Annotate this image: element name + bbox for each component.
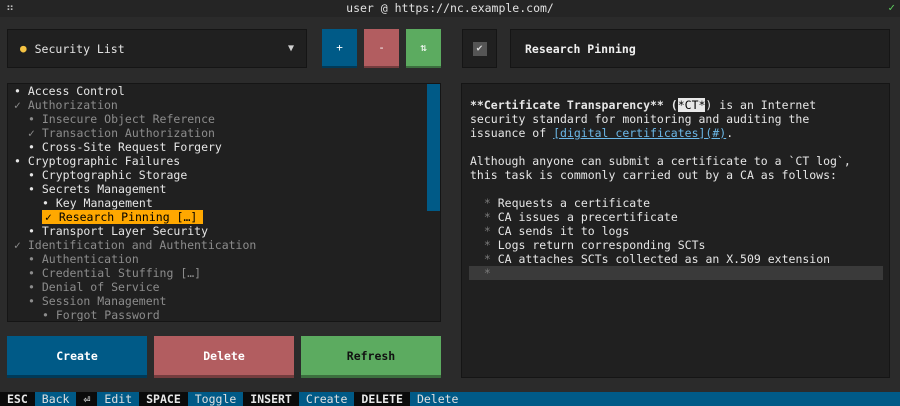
bullet-list-item: * Logs return corresponding SCTs	[470, 238, 706, 252]
tree-item[interactable]: • Forgot Password	[42, 308, 160, 322]
checkmark-icon: ✔	[472, 41, 487, 56]
list-selector-label: Security List	[34, 41, 125, 56]
empty-bullet-line: *	[470, 266, 491, 280]
tree-item[interactable]: • Access Control	[14, 84, 125, 98]
bullet-list-item: * CA attaches SCTs collected as an X.509…	[470, 252, 830, 266]
list-selector-dropdown[interactable]: ● Security List ▼	[7, 29, 307, 68]
sort-button[interactable]: ⇅	[406, 29, 441, 68]
add-item-button[interactable]: +	[322, 29, 357, 68]
shortcut-action[interactable]: Edit	[97, 392, 140, 406]
tree-scrollbar[interactable]	[427, 84, 440, 211]
bullet-icon: *	[483, 196, 491, 210]
bullet-icon: *	[483, 224, 491, 238]
tree-item[interactable]: • Secrets Management	[28, 182, 166, 196]
bullet-text: CA issues a precertificate	[497, 210, 678, 224]
tree-item-label: • Forgot Password	[42, 308, 160, 322]
tree-item-label: ✓ Identification and Authentication	[14, 238, 257, 252]
tree-item-selected[interactable]: ✓ Research Pinning […]	[42, 210, 204, 224]
bullet-text: Logs return corresponding SCTs	[497, 238, 706, 252]
digital-certificates-link[interactable]: [digital certificates](#)	[553, 126, 726, 140]
tree-item-label: • Access Control	[14, 84, 125, 98]
highlighted-text: *CT*	[677, 98, 706, 112]
refresh-button[interactable]: Refresh	[301, 336, 441, 378]
description-text: issuance of	[470, 126, 554, 140]
description-line: this task is commonly carried out by a C…	[470, 168, 837, 182]
bullet-text: Requests a certificate	[497, 196, 651, 210]
shortcut-key: INSERT	[250, 392, 292, 406]
bullet-list-item: * CA issues a precertificate	[470, 210, 678, 224]
bullet-text: CA sends it to logs	[497, 224, 630, 238]
tree-item[interactable]: ✓ Identification and Authentication	[14, 238, 256, 252]
description-text: **Certificate Transparency** (	[470, 98, 678, 112]
shortcut-key: DELETE	[361, 392, 403, 406]
tree-item[interactable]: ✓ Authorization	[14, 98, 118, 112]
tree-item-label: • Credential Stuffing […]	[28, 266, 202, 280]
tree-item[interactable]: • Denial of Service	[28, 280, 160, 294]
tree-item[interactable]: • Cross-Site Request Forgery	[28, 140, 222, 154]
tree-item-label: ✓ Authorization	[14, 98, 118, 112]
chevron-down-icon: ▼	[287, 43, 294, 54]
tree-item[interactable]: • Cryptographic Storage	[28, 168, 187, 182]
list-color-dot-icon: ●	[20, 42, 27, 55]
description-line: Although anyone can submit a certificate…	[470, 154, 851, 168]
shortcut-key: SPACE	[146, 392, 181, 406]
remove-item-button[interactable]: -	[364, 29, 399, 68]
tree-item-label: • Key Management	[42, 196, 153, 210]
tree-item[interactable]: • Key Management	[42, 196, 153, 210]
task-tree[interactable]: • Access Control ✓ Authorization • Insecur…	[7, 83, 441, 322]
tree-item-label: ✓ Transaction Authorization	[28, 126, 215, 140]
shortcut-key: ESC	[7, 392, 28, 406]
tree-item[interactable]: • Session Management	[28, 294, 166, 308]
bullet-list-item: * Requests a certificate	[470, 196, 650, 210]
bullet-icon: *	[483, 266, 491, 280]
create-button[interactable]: Create	[7, 336, 147, 378]
description-text: ) is an Internet	[705, 98, 817, 112]
tree-item-label: • Insecure Object Reference	[28, 112, 215, 126]
tree-item-label: • Secrets Management	[28, 182, 167, 196]
item-description-editor[interactable]: **Certificate Transparency** (*CT*) is a…	[461, 83, 890, 378]
tree-item[interactable]: ✓ Transaction Authorization	[28, 126, 215, 140]
tree-item-label: • Denial of Service	[28, 280, 160, 294]
tree-item[interactable]: • Authentication	[28, 252, 139, 266]
tree-item[interactable]: • Transport Layer Security	[28, 224, 208, 238]
tree-item[interactable]: • Insecure Object Reference	[28, 112, 215, 126]
shortcut-key: ⏎	[83, 392, 91, 406]
tree-item-label: • Cryptographic Failures	[14, 154, 181, 168]
tree-item[interactable]: • Cryptographic Failures	[14, 154, 180, 168]
done-checkbox[interactable]: ✔	[462, 29, 497, 68]
tree-item-label: • Session Management	[28, 294, 167, 308]
delete-button[interactable]: Delete	[154, 336, 294, 378]
shortcut-action[interactable]: Toggle	[187, 392, 244, 406]
tree-item-label: • Transport Layer Security	[28, 224, 209, 238]
tree-item-label: • Cryptographic Storage	[28, 168, 188, 182]
tree-item-label: • Cross-Site Request Forgery	[28, 140, 222, 154]
item-title-input[interactable]: Research Pinning	[510, 29, 890, 68]
bullet-list-item: * CA sends it to logs	[470, 224, 629, 238]
status-bar-fill	[465, 392, 900, 406]
shortcut-action[interactable]: Delete	[409, 392, 466, 406]
shortcut-action[interactable]: Back	[34, 392, 77, 406]
window-title: user @ https://nc.example.com/	[346, 1, 554, 15]
bullet-icon: *	[483, 210, 491, 224]
keybinding-status-bar: ESC Back ⏎ Edit SPACE Toggle INSERT Create DELET…	[0, 392, 900, 406]
tree-item-label: ✓ Research Pinning […]	[42, 210, 204, 224]
tree-item-label: • Authentication	[28, 252, 139, 266]
description-line: security standard for monitoring and aud…	[470, 112, 810, 126]
current-line-highlight	[469, 266, 883, 280]
bullet-text: CA attaches SCTs collected as an X.509 e…	[497, 252, 831, 266]
bullet-icon: *	[483, 252, 491, 266]
description-line: issuance of [digital certificates](#).	[470, 126, 733, 140]
description-line: **Certificate Transparency** (*CT*) is a…	[470, 98, 816, 112]
tree-item[interactable]: • Credential Stuffing […]	[28, 266, 201, 280]
description-text: .	[726, 126, 734, 140]
sync-status-check-icon: ✓	[888, 1, 895, 14]
bullet-icon: *	[483, 238, 491, 252]
shortcut-action[interactable]: Create	[298, 392, 355, 406]
